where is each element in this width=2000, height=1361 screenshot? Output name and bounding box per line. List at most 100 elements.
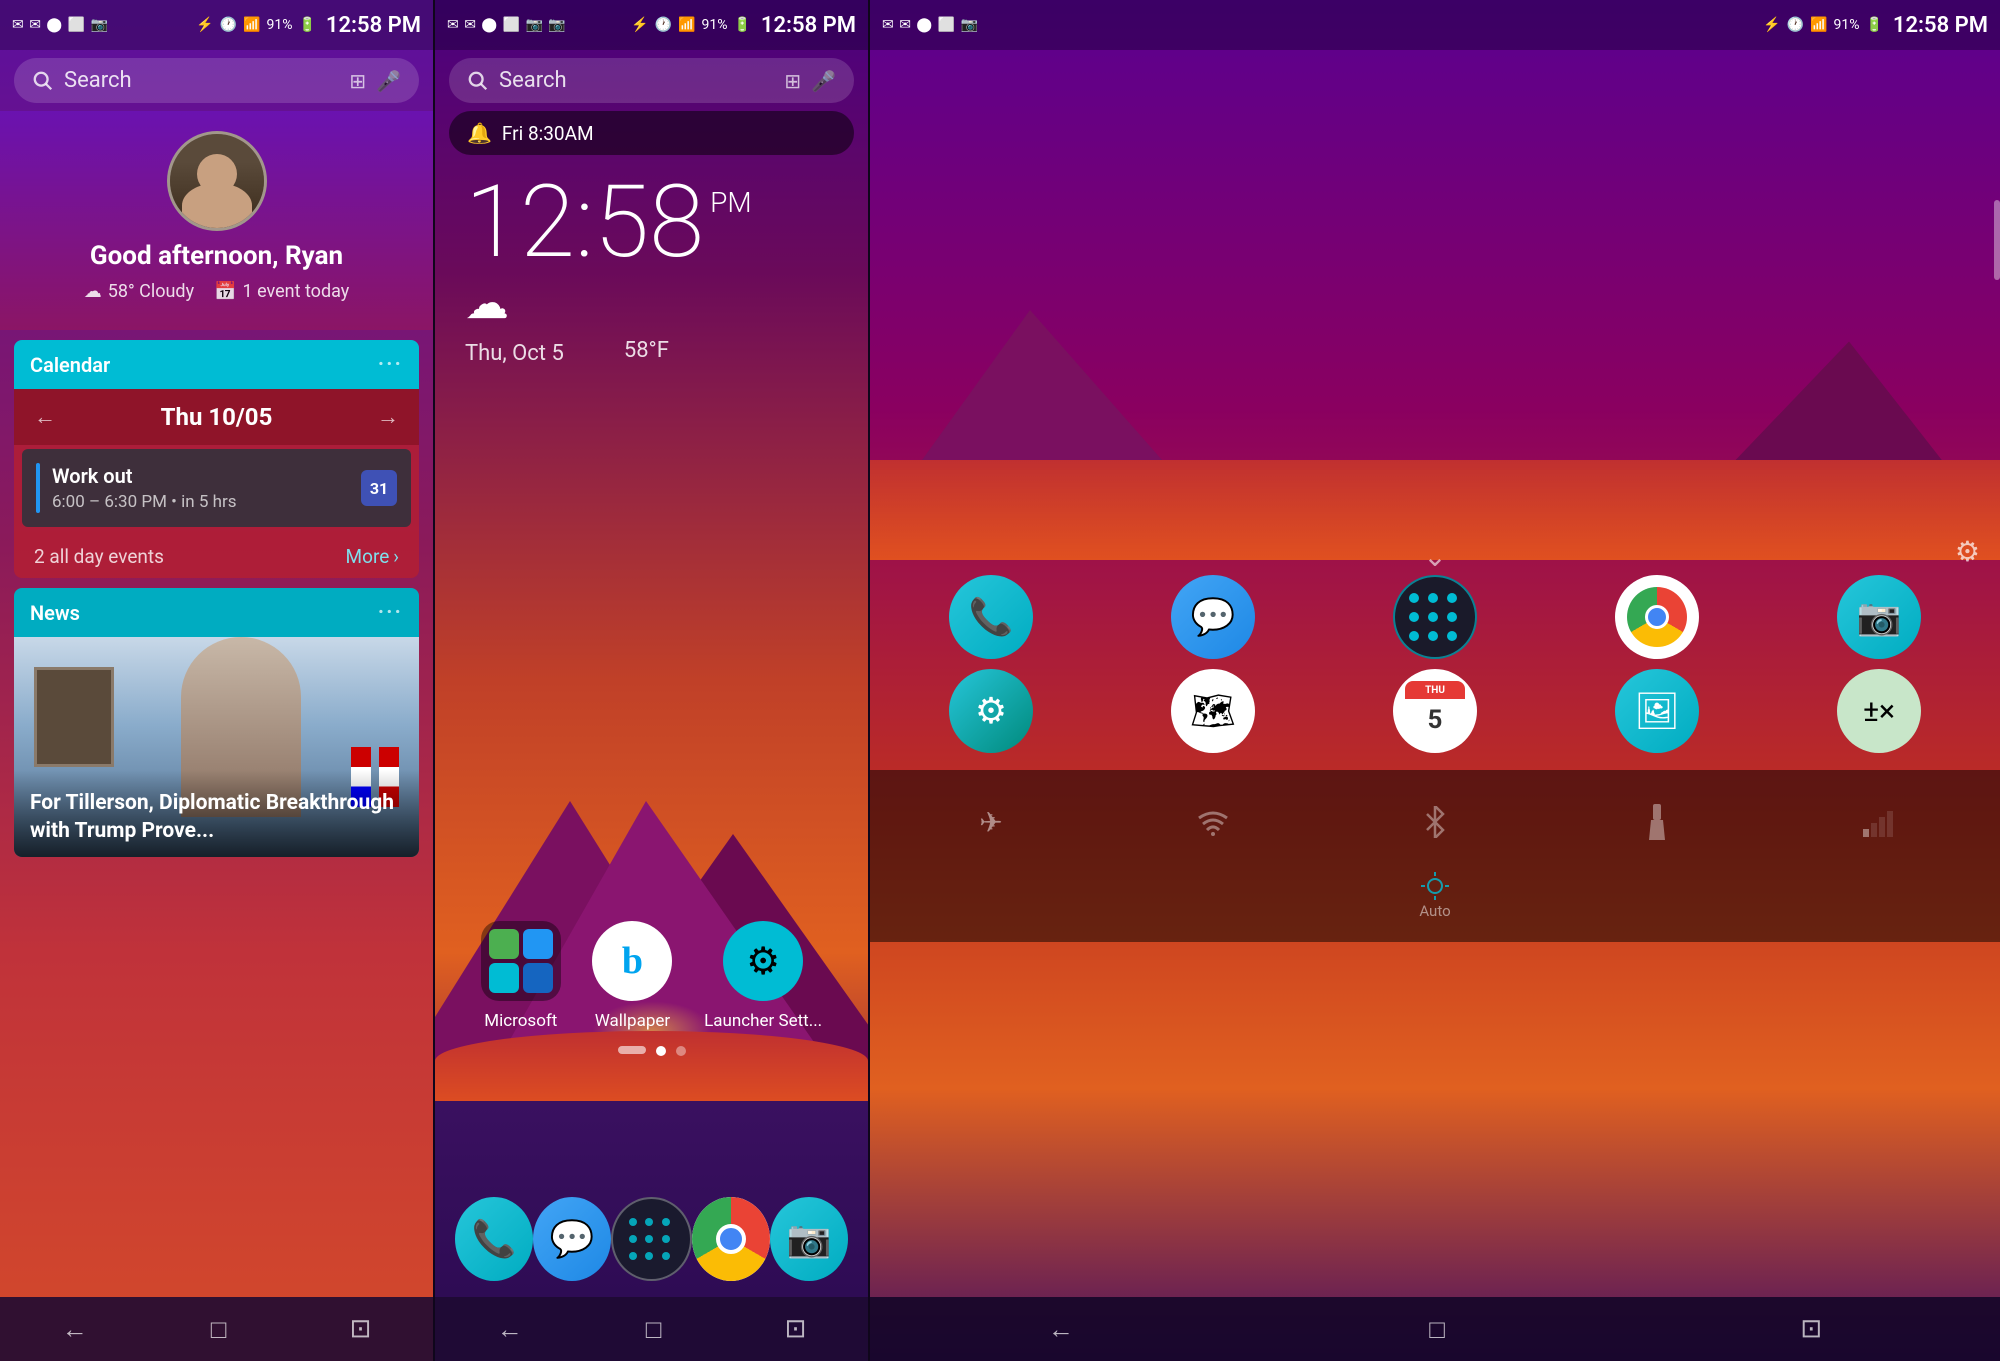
profile-meta: ☁ 58° Cloudy 📅 1 event today	[84, 281, 350, 302]
dock-camera-icon[interactable]: 📷	[770, 1197, 848, 1281]
clock-temp: 58°F	[624, 338, 669, 363]
dock-chrome-icon[interactable]	[692, 1197, 770, 1281]
panel-home: ✉ ✉ ⬤ ⬜ 📷 📷 ⚡ 🕐 📶 91% 🔋 12:58 PM Search …	[435, 0, 868, 1361]
toggle-flashlight[interactable]	[1627, 792, 1687, 852]
wifi-icon	[1183, 792, 1243, 852]
event-badge: 31	[361, 470, 397, 506]
dot-bar	[618, 1046, 646, 1054]
grid-all-apps[interactable]	[1393, 575, 1477, 659]
toggle-bluetooth[interactable]	[1405, 792, 1465, 852]
recents-button-2[interactable]: ⊡	[785, 1314, 807, 1344]
prev-day-button[interactable]: ←	[34, 404, 56, 430]
grid-gallery-icon: 🖼	[1615, 669, 1699, 753]
profile-section: Good afternoon, Ryan ☁ 58° Cloudy 📅 1 ev…	[0, 111, 433, 330]
bt-icon-2: ⚡	[631, 17, 648, 33]
notification-pill: 🔔 Fri 8:30AM	[449, 111, 854, 155]
more-link[interactable]: More ›	[346, 545, 399, 568]
next-day-button[interactable]: →	[377, 404, 399, 430]
expand-icon-1[interactable]: ⊞	[349, 69, 366, 93]
news-card: News ··· For Tillerson, Diplomatic Break…	[14, 588, 419, 857]
recents-button-1[interactable]: ⊡	[350, 1314, 372, 1344]
app-dot	[645, 1252, 653, 1260]
back-button-3[interactable]: ←	[1048, 1314, 1074, 1345]
toggle-4g[interactable]	[1849, 792, 1909, 852]
more-arrow-icon: ›	[393, 545, 399, 568]
status-time-3: 12:58 PM	[1893, 13, 1988, 38]
alarm-icon: 🕐	[220, 17, 237, 33]
news-image[interactable]: For Tillerson, Diplomatic Breakthrough w…	[14, 637, 419, 857]
grid-gallery[interactable]: 🖼	[1615, 669, 1699, 753]
calendar-menu-icon[interactable]: ···	[378, 352, 403, 377]
ground-strip	[435, 1031, 868, 1111]
news-overlay: For Tillerson, Diplomatic Breakthrough w…	[14, 770, 419, 857]
quick-settings-gear-icon[interactable]: ⚙	[1955, 535, 1980, 568]
mic-icon-1[interactable]: 🎤	[376, 69, 401, 93]
news-menu-icon[interactable]: ···	[378, 600, 403, 625]
page-dots	[435, 1046, 868, 1056]
battery-icon-2: 🔋	[733, 17, 750, 33]
toggle-row-main: ✈	[880, 786, 1990, 858]
dot-inactive	[676, 1046, 686, 1056]
app-grid-panel3: 📞 💬	[870, 575, 2000, 763]
wallpaper-label: Wallpaper	[595, 1011, 670, 1031]
app-microsoft[interactable]: Microsoft	[481, 921, 561, 1031]
search-icon-1	[32, 70, 54, 92]
grid-settings-icon: ⚙	[949, 669, 1033, 753]
weather-info: ☁ 58° Cloudy	[84, 281, 194, 302]
dock-phone-icon[interactable]: 📞	[455, 1197, 533, 1281]
auto-brightness-toggle[interactable]: Auto	[1413, 864, 1457, 926]
chrome-center	[716, 1224, 746, 1254]
bell-icon: 🔔	[467, 121, 492, 145]
panel3-landscape	[870, 0, 2000, 560]
calendar-card: Calendar ··· ← Thu 10/05 → Work out 6:00…	[14, 340, 419, 578]
home-button-3[interactable]: □	[1429, 1314, 1445, 1345]
event-item[interactable]: Work out 6:00 – 6:30 PM • in 5 hrs 31	[22, 449, 411, 527]
home-button-2[interactable]: □	[646, 1314, 662, 1345]
signal-bars-icon	[1849, 792, 1909, 852]
app-wallpaper[interactable]: b Wallpaper	[592, 921, 672, 1031]
clock-time: 12:58 PM	[465, 173, 838, 273]
search-bar-1[interactable]: Search ⊞ 🎤	[14, 58, 419, 103]
grid-camera-icon: 📷	[1837, 575, 1921, 659]
dock-messages-icon[interactable]: 💬	[533, 1197, 611, 1281]
grid-chrome[interactable]	[1615, 575, 1699, 659]
battery-icon-3: 🔋	[1865, 17, 1882, 33]
app-dot	[662, 1218, 670, 1226]
clock-meta: Thu, Oct 5 58°F	[465, 335, 838, 366]
grid-phone[interactable]: 📞	[949, 575, 1033, 659]
grid-camera[interactable]: 📷	[1837, 575, 1921, 659]
grid-messages[interactable]: 💬	[1171, 575, 1255, 659]
apps-dot	[1447, 593, 1457, 603]
dock: 📞 💬 📷	[435, 1197, 868, 1281]
notification-icons-3: ✉ ✉ ⬤ ⬜ 📷	[882, 17, 979, 33]
back-button-2[interactable]: ←	[497, 1314, 523, 1345]
app-dot	[662, 1252, 670, 1260]
chrome-ring	[692, 1197, 770, 1281]
dock-apps-icon[interactable]	[611, 1197, 692, 1281]
calendar-card-body: ← Thu 10/05 → Work out 6:00 – 6:30 PM • …	[14, 389, 419, 578]
app-dot	[629, 1235, 637, 1243]
grid-maps[interactable]: 🗺	[1171, 669, 1255, 753]
back-button-1[interactable]: ←	[62, 1314, 88, 1345]
signal-icon-2: 📶	[678, 17, 695, 33]
apps-dot	[1447, 631, 1457, 641]
avatar-image	[170, 134, 264, 228]
grid-settings[interactable]: ⚙	[949, 669, 1033, 753]
toggle-airplane[interactable]: ✈	[961, 792, 1021, 852]
cal-top: THU	[1405, 681, 1465, 699]
recents-button-3[interactable]: ⊡	[1800, 1314, 1822, 1344]
chevron-down-icon[interactable]: ⌄	[1423, 540, 1446, 573]
toggle-wifi[interactable]	[1183, 792, 1243, 852]
all-day-row: 2 all day events More ›	[14, 531, 419, 578]
grid-calculator[interactable]: ±×	[1837, 669, 1921, 753]
grid-calendar[interactable]: THU 5	[1393, 669, 1477, 753]
app-dot	[645, 1218, 653, 1226]
greeting-text: Good afternoon, Ryan	[90, 241, 343, 271]
home-button-1[interactable]: □	[211, 1314, 227, 1345]
all-day-count: 2 all day events	[34, 545, 164, 568]
status-bar-2: ✉ ✉ ⬤ ⬜ 📷 📷 ⚡ 🕐 📶 91% 🔋 12:58 PM	[435, 0, 868, 50]
calendar-icon-inner: THU 5	[1405, 681, 1465, 741]
app-launcher-settings[interactable]: ⚙ Launcher Sett...	[704, 921, 822, 1031]
grid-messages-icon: 💬	[1171, 575, 1255, 659]
app-dot	[629, 1252, 637, 1260]
